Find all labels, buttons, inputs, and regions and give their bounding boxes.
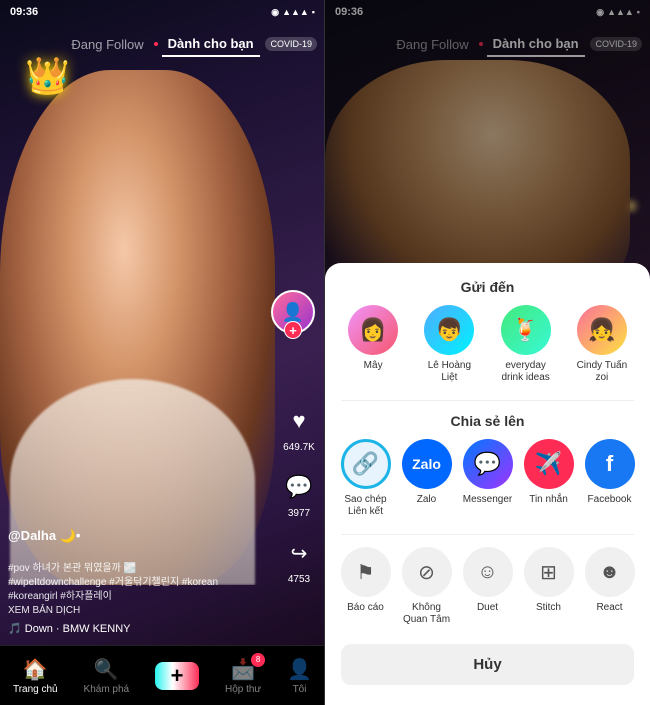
- comment-icon-left: 💬: [281, 469, 317, 505]
- messenger-icon: 💬: [463, 439, 513, 489]
- app-facebook[interactable]: f Facebook: [580, 439, 640, 518]
- stitch-icon: ⊞: [524, 547, 574, 597]
- react-icon: ☻: [585, 547, 635, 597]
- person-left: [0, 70, 275, 585]
- zalo-label: Zalo: [417, 494, 436, 506]
- report-icon: ⚑: [341, 547, 391, 597]
- nav-dot-left: [154, 42, 158, 46]
- action-notinterested[interactable]: ⊘ Không Quan Tâm: [397, 547, 457, 626]
- comment-button-left[interactable]: 💬 3977: [281, 469, 317, 519]
- copy-link-label: Sao chép Liên kết: [344, 494, 386, 518]
- contact-name-may: Mây: [364, 360, 383, 372]
- share-on-title: Chia sẻ lên: [325, 401, 650, 439]
- app-messenger[interactable]: 💬 Messenger: [458, 439, 518, 518]
- action-stitch[interactable]: ⊞ Stitch: [519, 547, 579, 626]
- action-duet[interactable]: ☺ Duet: [458, 547, 518, 626]
- tab-foryou-left[interactable]: Dành cho bạn: [162, 32, 260, 57]
- contact-cindy[interactable]: 👧 Cindy Tuấn zoi: [572, 305, 632, 384]
- app-copy-link[interactable]: 🔗 Sao chép Liên kết: [336, 439, 396, 518]
- nav-profile-left[interactable]: 👤 Tôi: [287, 657, 312, 695]
- left-phone: 👑 👤 + 09:36 ◉ ▲▲▲ ▪ Đang Follow Dành cho…: [0, 0, 325, 705]
- duet-icon: ☺: [463, 547, 513, 597]
- top-nav-left: Đang Follow Dành cho bạn COVID-19: [0, 24, 325, 64]
- action-report[interactable]: ⚑ Báo cáo: [336, 547, 396, 626]
- share-icon-left: ↪: [281, 535, 317, 571]
- react-label: React: [596, 602, 622, 614]
- contact-avatar-le: 👦: [424, 305, 474, 355]
- comment-count-left: 3977: [288, 508, 310, 519]
- app-zalo[interactable]: Zalo Zalo: [397, 439, 457, 518]
- home-icon-left: 🏠: [23, 657, 48, 682]
- nav-home-left[interactable]: 🏠 Trang chủ: [13, 657, 58, 695]
- notinterested-label: Không Quan Tâm: [403, 602, 450, 626]
- copy-link-icon: 🔗: [341, 439, 391, 489]
- notinterested-icon: ⊘: [402, 547, 452, 597]
- like-count-left: 649.7K: [283, 442, 315, 453]
- contact-avatar-cindy: 👧: [577, 305, 627, 355]
- heart-icon-left: ♥: [281, 403, 317, 439]
- video-desc-left: #pov 하녀가 본관 뭐였을까 🌫️ #wipeItdownchallenge…: [8, 548, 270, 618]
- share-sheet: Gửi đến 👩 Mây 👦 Lê Hoàng Liệt 🍹: [325, 263, 650, 705]
- time-left: 09:36: [10, 6, 38, 18]
- zalo-icon: Zalo: [402, 439, 452, 489]
- share-button-left[interactable]: ↪ 4753: [281, 535, 317, 585]
- bottom-nav-left: 🏠 Trang chủ 🔍 Khám phá + 📩 Hộp thư 8 👤 T…: [0, 645, 325, 705]
- actions-row: ⚑ Báo cáo ⊘ Không Quan Tâm ☺ Duet ⊞ Stit…: [325, 535, 650, 636]
- side-actions-left: ♥ 649.7K 💬 3977 ↪ 4753: [281, 403, 317, 585]
- contact-everyday[interactable]: 🍹 everyday drink ideas: [496, 305, 556, 384]
- tab-following-left[interactable]: Đang Follow: [65, 33, 149, 56]
- contact-avatar-may: 👩: [348, 305, 398, 355]
- link-symbol: 🔗: [352, 451, 379, 477]
- tinnhan-icon: ✈️: [524, 439, 574, 489]
- username-left[interactable]: @Dalha 🌙•: [8, 528, 270, 544]
- contact-le-hoang-liet[interactable]: 👦 Lê Hoàng Liệt: [419, 305, 479, 384]
- report-label: Báo cáo: [347, 602, 384, 614]
- right-phone: 09:36 ◉ ▲▲▲ ▪ Đang Follow Dành cho bạn C…: [325, 0, 650, 705]
- contact-avatar-everyday: 🍹: [501, 305, 551, 355]
- contacts-row: 👩 Mây 👦 Lê Hoàng Liệt 🍹 everyday drink i…: [325, 305, 650, 400]
- nav-add-left[interactable]: +: [155, 662, 199, 690]
- messenger-label: Messenger: [463, 494, 512, 506]
- contact-name-le: Lê Hoàng Liệt: [419, 360, 479, 384]
- avatar-circle-left[interactable]: 👤 +: [271, 290, 315, 334]
- status-icons-left: ◉ ▲▲▲ ▪: [271, 7, 315, 18]
- send-to-title: Gửi đến: [325, 263, 650, 305]
- facebook-label: Facebook: [588, 494, 632, 506]
- cancel-button[interactable]: Hủy: [341, 644, 634, 685]
- duet-label: Duet: [477, 602, 498, 614]
- video-info-left: @Dalha 🌙• #pov 하녀가 본관 뭐였을까 🌫️ #wipeItdow…: [8, 528, 270, 635]
- profile-icon-left: 👤: [287, 657, 312, 682]
- inbox-badge-left: 8: [251, 653, 265, 667]
- like-button-left[interactable]: ♥ 649.7K: [281, 403, 317, 453]
- contact-name-everyday: everyday drink ideas: [496, 360, 556, 384]
- search-icon-left: 🔍: [94, 657, 119, 682]
- nav-inbox-left[interactable]: 📩 Hộp thư 8: [225, 657, 261, 695]
- contact-name-cindy: Cindy Tuấn zoi: [572, 360, 632, 384]
- facebook-icon: f: [585, 439, 635, 489]
- app-tinnhan[interactable]: ✈️ Tin nhắn: [519, 439, 579, 518]
- apps-row: 🔗 Sao chép Liên kết Zalo Zalo 💬 Messenge…: [325, 439, 650, 534]
- video-music-left[interactable]: 🎵 Down · BMW KENNY: [8, 622, 270, 635]
- action-react[interactable]: ☻ React: [580, 547, 640, 626]
- contact-may[interactable]: 👩 Mây: [343, 305, 403, 384]
- covid-badge-left: COVID-19: [265, 37, 317, 51]
- tinnhan-label: Tin nhắn: [529, 494, 568, 506]
- add-button-left[interactable]: +: [155, 662, 199, 690]
- nav-discover-left[interactable]: 🔍 Khám phá: [84, 657, 130, 695]
- status-bar-left: 09:36 ◉ ▲▲▲ ▪: [0, 0, 325, 24]
- stitch-label: Stitch: [536, 602, 561, 614]
- share-count-left: 4753: [288, 574, 310, 585]
- follow-plus-icon[interactable]: +: [284, 321, 302, 339]
